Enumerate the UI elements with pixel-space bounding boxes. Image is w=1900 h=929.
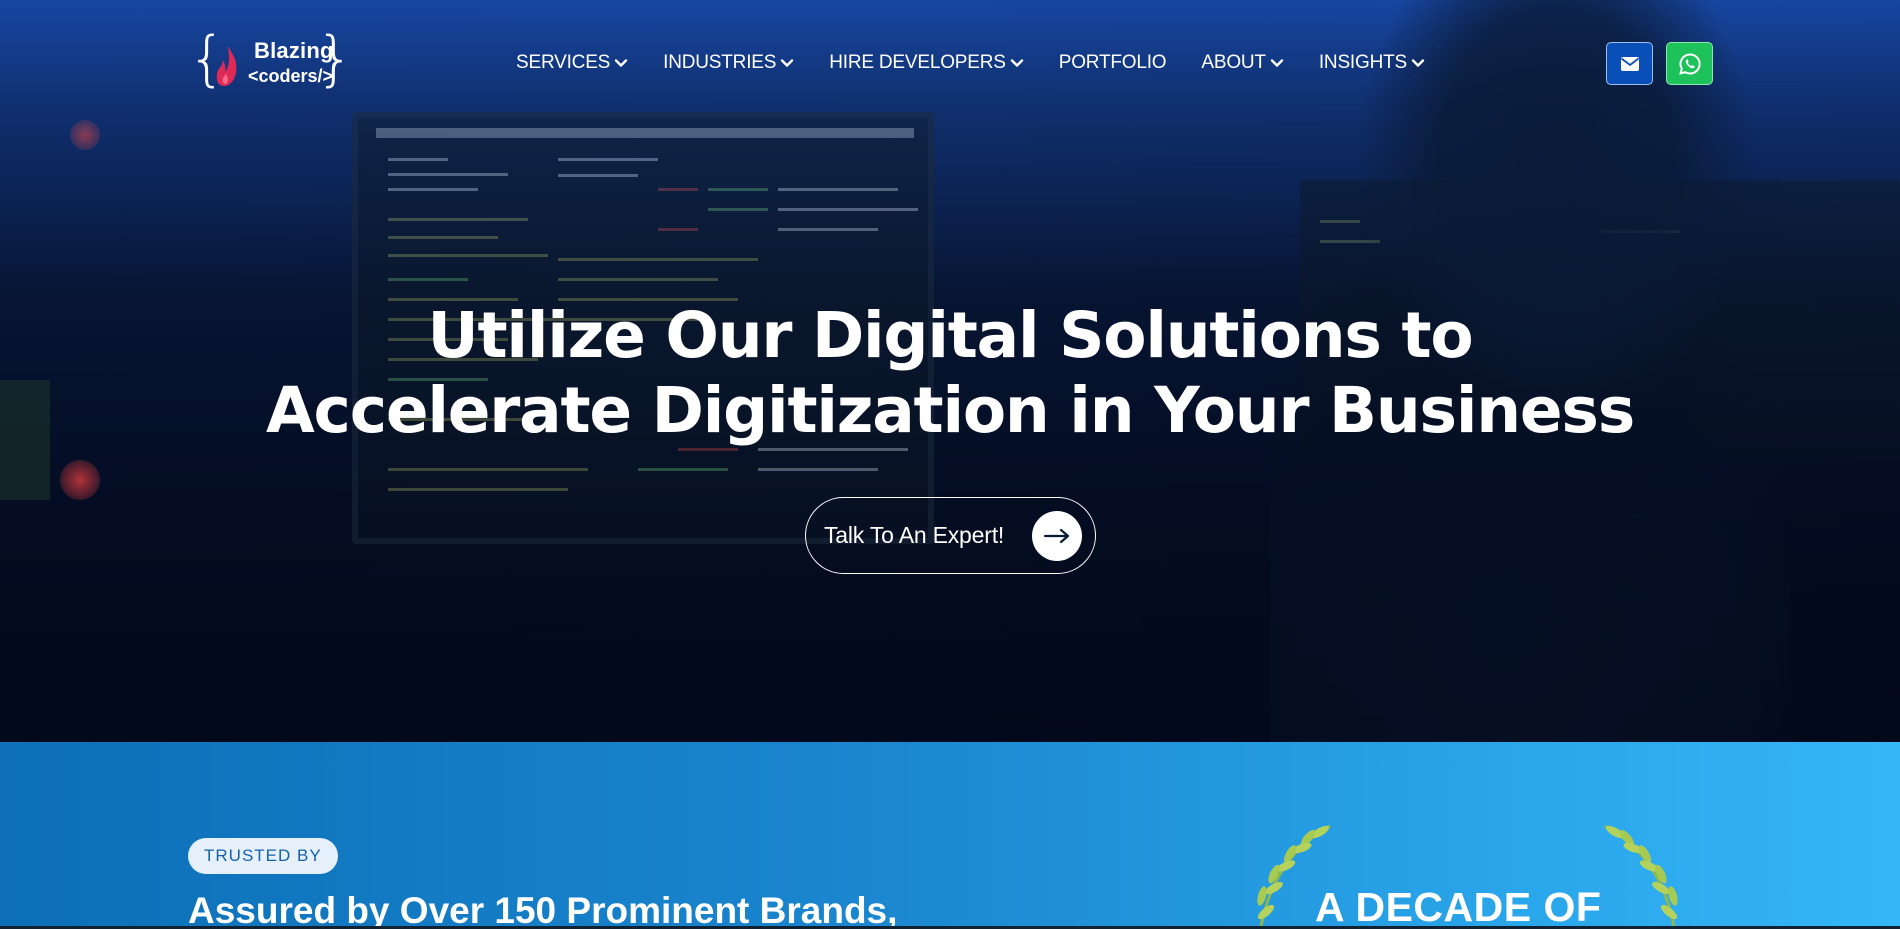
chevron-down-icon <box>1270 59 1284 67</box>
nav-item-label: PORTFOLIO <box>1058 52 1167 73</box>
hero-title-line2: Accelerate Digitization in Your Business <box>266 374 1635 447</box>
nav-item-portfolio[interactable]: PORTFOLIO <box>1059 50 1167 76</box>
logo-brace-right: } <box>315 24 354 94</box>
nav-item-label: ABOUT <box>1201 52 1266 73</box>
chevron-down-icon <box>614 59 628 67</box>
talk-to-expert-button[interactable]: Talk To An Expert! <box>805 497 1096 574</box>
chevron-down-icon <box>781 59 794 67</box>
site-header: { Blazing <coders/> } SERVICES INDUSTRIE… <box>0 0 1900 126</box>
nav-item-hire-developers[interactable]: HIRE DEVELOPERS <box>829 50 1024 76</box>
laurel-right-icon <box>1604 824 1678 929</box>
email-button[interactable] <box>1606 42 1653 85</box>
nav-item-about[interactable]: ABOUT <box>1201 50 1284 76</box>
chevron-down-icon <box>1010 59 1023 67</box>
nav-item-industries[interactable]: INDUSTRIES <box>663 50 794 76</box>
envelope-icon <box>1620 56 1639 71</box>
hero-title: Utilize Our Digital Solutions to Acceler… <box>0 298 1900 448</box>
arrow-right-icon <box>1032 511 1082 561</box>
nav-item-label: INSIGHTS <box>1318 52 1407 73</box>
trusted-by-section: TRUSTED BY Assured by Over 150 Prominent… <box>0 742 1900 929</box>
whatsapp-button[interactable] <box>1666 42 1713 85</box>
main-nav: SERVICES INDUSTRIES HIRE DEVELOPERS PORT… <box>516 50 1460 76</box>
nav-item-label: SERVICES <box>516 52 611 73</box>
flame-icon <box>216 46 237 86</box>
trusted-by-badge: TRUSTED BY <box>188 838 338 874</box>
award-title: A DECADE OF <box>1315 884 1602 929</box>
chevron-down-icon <box>1411 59 1425 67</box>
hero-section: { Blazing <coders/> } SERVICES INDUSTRIE… <box>0 0 1900 742</box>
nav-item-insights[interactable]: INSIGHTS <box>1319 50 1425 76</box>
nav-item-label: INDUSTRIES <box>663 52 777 73</box>
cta-label: Talk To An Expert! <box>824 522 1005 548</box>
hero-title-line1: Utilize Our Digital Solutions to <box>427 299 1474 372</box>
whatsapp-icon <box>1678 52 1701 75</box>
nav-item-services[interactable]: SERVICES <box>516 50 628 76</box>
nav-item-label: HIRE DEVELOPERS <box>829 52 1006 73</box>
brand-logo[interactable]: { Blazing <coders/> } <box>188 28 354 94</box>
background-light <box>60 460 100 500</box>
trust-title: Assured by Over 150 Prominent Brands, <box>188 890 898 929</box>
